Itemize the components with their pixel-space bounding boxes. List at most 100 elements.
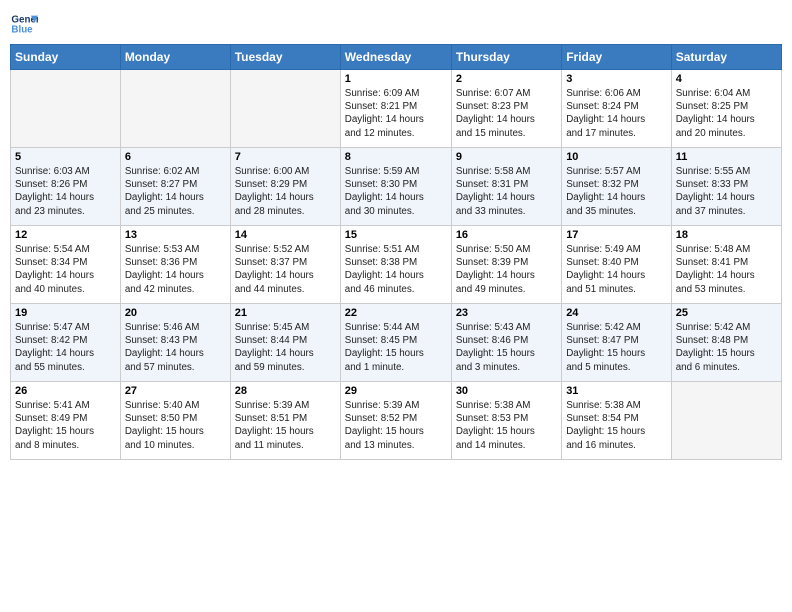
day-info: Sunrise: 5:42 AM Sunset: 8:48 PM Dayligh… <box>676 321 777 374</box>
page-header: General Blue <box>10 10 782 38</box>
calendar-cell: 31 Sunrise: 5:38 AM Sunset: 8:54 PM Dayli… <box>562 382 672 460</box>
day-info: Sunrise: 5:52 AM Sunset: 8:37 PM Dayligh… <box>235 243 336 296</box>
calendar-cell: 17Sunrise: 5:49 AM Sunset: 8:40 PM Dayli… <box>562 226 672 304</box>
day-number: 9 <box>456 151 557 163</box>
calendar-cell: 8 Sunrise: 5:59 AM Sunset: 8:30 PM Daylig… <box>340 148 451 226</box>
calendar-cell: 1 Sunrise: 6:09 AM Sunset: 8:21 PM Daylig… <box>340 70 451 148</box>
day-info: Sunrise: 6:02 AM Sunset: 8:27 PM Dayligh… <box>125 165 226 218</box>
calendar-cell: 10 Sunrise: 5:57 AM Sunset: 8:32 PM Dayli… <box>562 148 672 226</box>
day-number: 12 <box>15 229 116 241</box>
calendar-cell: 15 Sunrise: 5:51 AM Sunset: 8:38 PM Dayli… <box>340 226 451 304</box>
day-number: 7 <box>235 151 336 163</box>
day-number: 18 <box>676 229 777 241</box>
calendar-cell: 24 Sunrise: 5:42 AM Sunset: 8:47 PM Dayli… <box>562 304 672 382</box>
calendar-cell: 2 Sunrise: 6:07 AM Sunset: 8:23 PM Daylig… <box>451 70 561 148</box>
day-info: Sunrise: 5:57 AM Sunset: 8:32 PM Dayligh… <box>566 165 667 218</box>
day-number: 29 <box>345 385 447 397</box>
day-info: Sunrise: 5:53 AM Sunset: 8:36 PM Dayligh… <box>125 243 226 296</box>
calendar-cell: 4 Sunrise: 6:04 AM Sunset: 8:25 PM Daylig… <box>671 70 781 148</box>
day-info: Sunrise: 5:50 AM Sunset: 8:39 PM Dayligh… <box>456 243 557 296</box>
day-number: 30 <box>456 385 557 397</box>
day-number: 22 <box>345 307 447 319</box>
day-info: Sunrise: 5:38 AM Sunset: 8:53 PM Dayligh… <box>456 399 557 452</box>
day-number: 27 <box>125 385 226 397</box>
day-info: Sunrise: 5:39 AM Sunset: 8:52 PM Dayligh… <box>345 399 447 452</box>
day-info: Sunrise: 6:06 AM Sunset: 8:24 PM Dayligh… <box>566 87 667 140</box>
calendar-cell: 13 Sunrise: 5:53 AM Sunset: 8:36 PM Dayli… <box>120 226 230 304</box>
calendar-cell: 30 Sunrise: 5:38 AM Sunset: 8:53 PM Dayli… <box>451 382 561 460</box>
calendar-header-row: SundayMondayTuesdayWednesdayThursdayFrid… <box>11 45 782 70</box>
day-number: 14 <box>235 229 336 241</box>
calendar-cell: 18 Sunrise: 5:48 AM Sunset: 8:41 PM Dayli… <box>671 226 781 304</box>
logo: General Blue <box>10 10 38 38</box>
calendar-cell: 12 Sunrise: 5:54 AM Sunset: 8:34 PM Dayli… <box>11 226 121 304</box>
day-info: Sunrise: 6:09 AM Sunset: 8:21 PM Dayligh… <box>345 87 447 140</box>
column-header-sunday: Sunday <box>11 45 121 70</box>
calendar-cell: 3Sunrise: 6:06 AM Sunset: 8:24 PM Daylig… <box>562 70 672 148</box>
day-info: Sunrise: 6:03 AM Sunset: 8:26 PM Dayligh… <box>15 165 116 218</box>
day-number: 2 <box>456 73 557 85</box>
column-header-saturday: Saturday <box>671 45 781 70</box>
calendar-cell: 27 Sunrise: 5:40 AM Sunset: 8:50 PM Dayli… <box>120 382 230 460</box>
day-number: 19 <box>15 307 116 319</box>
day-number: 5 <box>15 151 116 163</box>
day-info: Sunrise: 5:48 AM Sunset: 8:41 PM Dayligh… <box>676 243 777 296</box>
day-number: 17 <box>566 229 667 241</box>
logo-icon: General Blue <box>10 10 38 38</box>
calendar-cell: 26 Sunrise: 5:41 AM Sunset: 8:49 PM Dayli… <box>11 382 121 460</box>
column-header-thursday: Thursday <box>451 45 561 70</box>
calendar-cell: 6Sunrise: 6:02 AM Sunset: 8:27 PM Daylig… <box>120 148 230 226</box>
day-info: Sunrise: 5:42 AM Sunset: 8:47 PM Dayligh… <box>566 321 667 374</box>
day-info: Sunrise: 5:59 AM Sunset: 8:30 PM Dayligh… <box>345 165 447 218</box>
calendar-cell: 14 Sunrise: 5:52 AM Sunset: 8:37 PM Dayli… <box>230 226 340 304</box>
day-info: Sunrise: 6:00 AM Sunset: 8:29 PM Dayligh… <box>235 165 336 218</box>
day-info: Sunrise: 5:46 AM Sunset: 8:43 PM Dayligh… <box>125 321 226 374</box>
calendar-week-2: 5 Sunrise: 6:03 AM Sunset: 8:26 PM Daylig… <box>11 148 782 226</box>
calendar-week-5: 26 Sunrise: 5:41 AM Sunset: 8:49 PM Dayli… <box>11 382 782 460</box>
calendar-cell: 9 Sunrise: 5:58 AM Sunset: 8:31 PM Daylig… <box>451 148 561 226</box>
day-number: 15 <box>345 229 447 241</box>
calendar-table: SundayMondayTuesdayWednesdayThursdayFrid… <box>10 44 782 460</box>
day-number: 11 <box>676 151 777 163</box>
day-number: 10 <box>566 151 667 163</box>
column-header-friday: Friday <box>562 45 672 70</box>
day-info: Sunrise: 5:54 AM Sunset: 8:34 PM Dayligh… <box>15 243 116 296</box>
calendar-cell: 21 Sunrise: 5:45 AM Sunset: 8:44 PM Dayli… <box>230 304 340 382</box>
day-info: Sunrise: 5:44 AM Sunset: 8:45 PM Dayligh… <box>345 321 447 374</box>
calendar-week-1: 1 Sunrise: 6:09 AM Sunset: 8:21 PM Daylig… <box>11 70 782 148</box>
day-number: 31 <box>566 385 667 397</box>
day-number: 26 <box>15 385 116 397</box>
calendar-cell: 28 Sunrise: 5:39 AM Sunset: 8:51 PM Dayli… <box>230 382 340 460</box>
day-info: Sunrise: 5:51 AM Sunset: 8:38 PM Dayligh… <box>345 243 447 296</box>
calendar-cell: 7 Sunrise: 6:00 AM Sunset: 8:29 PM Daylig… <box>230 148 340 226</box>
day-info: Sunrise: 5:45 AM Sunset: 8:44 PM Dayligh… <box>235 321 336 374</box>
day-info: Sunrise: 5:47 AM Sunset: 8:42 PM Dayligh… <box>15 321 116 374</box>
calendar-cell: 5 Sunrise: 6:03 AM Sunset: 8:26 PM Daylig… <box>11 148 121 226</box>
day-info: Sunrise: 6:04 AM Sunset: 8:25 PM Dayligh… <box>676 87 777 140</box>
day-number: 24 <box>566 307 667 319</box>
calendar-cell: 11Sunrise: 5:55 AM Sunset: 8:33 PM Dayli… <box>671 148 781 226</box>
day-number: 8 <box>345 151 447 163</box>
column-header-monday: Monday <box>120 45 230 70</box>
day-info: Sunrise: 6:07 AM Sunset: 8:23 PM Dayligh… <box>456 87 557 140</box>
day-number: 1 <box>345 73 447 85</box>
day-number: 16 <box>456 229 557 241</box>
day-number: 28 <box>235 385 336 397</box>
calendar-cell <box>671 382 781 460</box>
day-info: Sunrise: 5:58 AM Sunset: 8:31 PM Dayligh… <box>456 165 557 218</box>
day-number: 13 <box>125 229 226 241</box>
day-number: 4 <box>676 73 777 85</box>
day-info: Sunrise: 5:38 AM Sunset: 8:54 PM Dayligh… <box>566 399 667 452</box>
day-info: Sunrise: 5:39 AM Sunset: 8:51 PM Dayligh… <box>235 399 336 452</box>
day-number: 21 <box>235 307 336 319</box>
calendar-cell <box>230 70 340 148</box>
day-info: Sunrise: 5:43 AM Sunset: 8:46 PM Dayligh… <box>456 321 557 374</box>
calendar-cell <box>120 70 230 148</box>
calendar-cell: 19 Sunrise: 5:47 AM Sunset: 8:42 PM Dayli… <box>11 304 121 382</box>
day-info: Sunrise: 5:40 AM Sunset: 8:50 PM Dayligh… <box>125 399 226 452</box>
calendar-cell: 20 Sunrise: 5:46 AM Sunset: 8:43 PM Dayli… <box>120 304 230 382</box>
calendar-cell: 29 Sunrise: 5:39 AM Sunset: 8:52 PM Dayli… <box>340 382 451 460</box>
day-info: Sunrise: 5:41 AM Sunset: 8:49 PM Dayligh… <box>15 399 116 452</box>
calendar-cell: 16 Sunrise: 5:50 AM Sunset: 8:39 PM Dayli… <box>451 226 561 304</box>
day-number: 20 <box>125 307 226 319</box>
